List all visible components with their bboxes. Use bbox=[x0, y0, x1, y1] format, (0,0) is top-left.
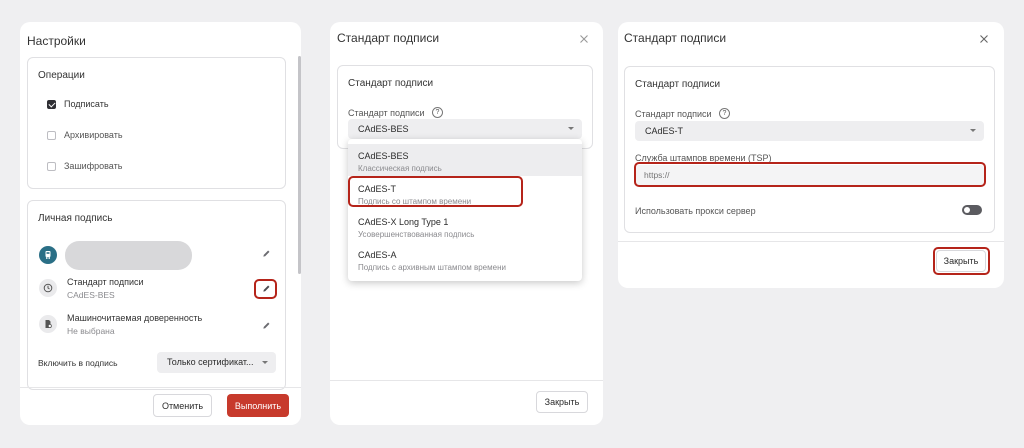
standard-dialog-title: Стандарт подписи bbox=[337, 31, 440, 45]
document-icon bbox=[39, 315, 57, 333]
chevron-down-icon bbox=[262, 360, 268, 364]
help-icon[interactable]: ? bbox=[432, 107, 443, 118]
help-icon[interactable]: ? bbox=[719, 108, 730, 119]
chevron-down-icon bbox=[568, 127, 574, 130]
edit-certificate-icon[interactable] bbox=[259, 246, 273, 260]
standard-value: CAdES-BES bbox=[67, 290, 115, 300]
operations-title: Операции bbox=[38, 70, 85, 81]
personal-signature-title: Личная подпись bbox=[38, 213, 113, 224]
encrypt-checkbox[interactable] bbox=[47, 162, 56, 171]
option-subtitle: Усовершенствованная подпись bbox=[358, 230, 475, 239]
edit-standard-highlight bbox=[254, 279, 277, 299]
footer-divider bbox=[20, 387, 301, 388]
tsp-standard-label: Стандарт подписи bbox=[635, 109, 712, 119]
tsp-dialog: Стандарт подписи Стандарт подписи Станда… bbox=[618, 22, 1004, 288]
option-cades-t-highlight bbox=[348, 176, 523, 207]
operations-card: Операции Подписать Архивировать Зашифров… bbox=[27, 57, 286, 189]
standard-dropdown: CAdES-BES Классическая подпись CAdES-T П… bbox=[348, 139, 582, 281]
proxy-server-toggle[interactable] bbox=[962, 205, 982, 215]
tsp-dialog-title: Стандарт подписи bbox=[624, 31, 727, 45]
archive-label: Архивировать bbox=[64, 130, 123, 140]
include-select[interactable]: Только сертификат... bbox=[157, 352, 276, 373]
close-icon[interactable] bbox=[579, 31, 591, 43]
close-icon[interactable] bbox=[979, 31, 991, 43]
standard-select-value: CAdES-BES bbox=[358, 124, 409, 134]
include-label: Включить в подпись bbox=[38, 358, 118, 368]
tsp-standard-value: CAdES-T bbox=[645, 126, 684, 136]
option-subtitle: Подпись с архивным штампом времени bbox=[358, 263, 506, 272]
sign-checkbox[interactable] bbox=[47, 100, 56, 109]
execute-button[interactable]: Выполнить bbox=[227, 394, 289, 417]
certificate-icon bbox=[39, 246, 57, 264]
settings-panel: Настройки Операции Подписать Архивироват… bbox=[20, 22, 301, 425]
option-title: CAdES-A bbox=[358, 250, 397, 260]
standard-select[interactable]: CAdES-BES bbox=[348, 119, 582, 139]
tsp-close-highlight bbox=[933, 247, 990, 275]
settings-scrollbar[interactable] bbox=[298, 56, 301, 274]
tsp-card: Стандарт подписи Стандарт подписи ? CAdE… bbox=[624, 66, 995, 233]
include-select-value: Только сертификат... bbox=[167, 357, 254, 367]
standard-card: Стандарт подписи Стандарт подписи ? CAdE… bbox=[337, 65, 593, 149]
option-title: CAdES-BES bbox=[358, 151, 409, 161]
proxy-server-label: Использовать прокси сервер bbox=[635, 206, 756, 216]
option-cades-bes[interactable]: CAdES-BES Классическая подпись bbox=[348, 144, 582, 176]
clock-icon bbox=[39, 279, 57, 297]
chevron-down-icon bbox=[970, 129, 976, 132]
archive-checkbox[interactable] bbox=[47, 131, 56, 140]
option-cades-a[interactable]: CAdES-A Подпись с архивным штампом време… bbox=[348, 243, 582, 275]
edit-proxy-icon[interactable] bbox=[259, 318, 273, 332]
footer-divider bbox=[330, 380, 603, 381]
certificate-name-placeholder[interactable] bbox=[65, 241, 192, 270]
standard-card-title: Стандарт подписи bbox=[348, 78, 434, 89]
encrypt-label: Зашифровать bbox=[64, 161, 123, 171]
tsp-url-highlight bbox=[634, 162, 986, 187]
tsp-standard-select[interactable]: CAdES-T bbox=[635, 121, 984, 141]
personal-signature-card: Личная подпись Стандарт подписи CAdES-BE… bbox=[27, 200, 286, 390]
option-subtitle: Классическая подпись bbox=[358, 164, 442, 173]
proxy-value: Не выбрана bbox=[67, 326, 115, 336]
option-cades-x-long[interactable]: CAdES-X Long Type 1 Усовершенствованная … bbox=[348, 210, 582, 242]
standard-field-label: Стандарт подписи bbox=[348, 108, 425, 118]
cancel-button[interactable]: Отменить bbox=[153, 394, 212, 417]
proxy-label: Машиночитаемая доверенность bbox=[67, 313, 203, 323]
tsp-card-title: Стандарт подписи bbox=[635, 79, 721, 90]
sign-label: Подписать bbox=[64, 99, 109, 109]
option-title: CAdES-X Long Type 1 bbox=[358, 217, 449, 227]
settings-title: Настройки bbox=[27, 34, 86, 48]
close-button[interactable]: Закрыть bbox=[536, 391, 588, 413]
footer-divider bbox=[618, 241, 1004, 242]
standard-label: Стандарт подписи bbox=[67, 277, 144, 287]
